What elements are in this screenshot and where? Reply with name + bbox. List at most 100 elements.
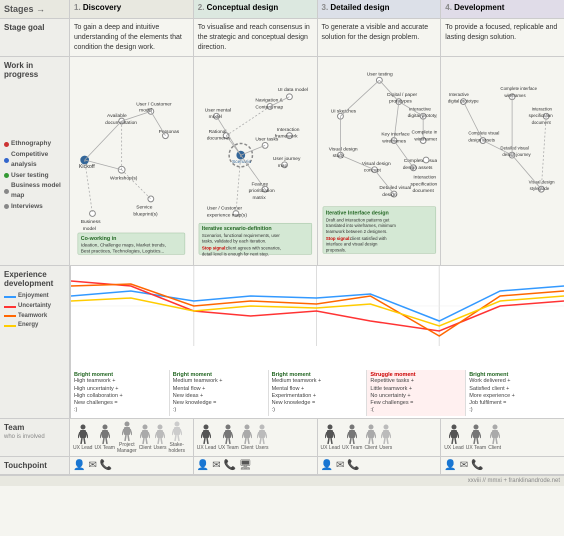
header-row: Stages → 1. Discovery 2. Conceptual desi… (0, 0, 564, 19)
dot-interviews (4, 204, 9, 209)
person-touch-icon-2: 👤 (197, 460, 209, 471)
svg-text:Business: Business (81, 220, 101, 226)
person-figure-svg (78, 424, 88, 444)
person-ux-team-3: UX Team (342, 424, 362, 451)
work-item-business: Business model map (4, 181, 65, 202)
footer: xxviii // mmxi + franklinandrode.net (0, 475, 564, 486)
svg-text:Scenario: Scenario (232, 159, 251, 165)
svg-text:teamwork between 2 designers.: teamwork between 2 designers. (325, 229, 387, 234)
svg-text:design: design (382, 192, 397, 198)
exp-legend: Enjoyment Uncertainty Teamwork Energy (4, 292, 65, 330)
svg-text:document: document (412, 188, 434, 194)
phone-touch-icon-2: 📞 (224, 460, 236, 471)
email-touch-icon-2: ✉ (212, 460, 220, 471)
person-client-1: Client (139, 424, 152, 451)
moment-3: Bright moment Medium teamwork + Mental f… (269, 370, 368, 416)
svg-text:User testing: User testing (366, 72, 392, 78)
network-diagram-3: User testing UI sketches Digital / paper… (321, 60, 438, 260)
person-users-1: Users (153, 424, 166, 451)
person-ux-team-1: UX Team (94, 424, 114, 451)
team-label: Team who is involved (0, 419, 70, 456)
svg-text:detail level is enough for nex: detail level is enough for next step. (202, 252, 269, 257)
svg-text:document: document (532, 120, 552, 125)
svg-text:model: model (208, 115, 221, 121)
work-row: Work inprogress Ethnography Competitive … (0, 57, 564, 266)
svg-text:Visual design: Visual design (328, 147, 357, 153)
goal-3: To generate a visible and accurate solut… (318, 19, 442, 56)
person-touch-icon-4: 👤 (444, 460, 456, 471)
team-row: Team who is involved UX Lead (0, 419, 564, 457)
svg-text:blueprint(s): blueprint(s) (133, 212, 158, 218)
team-cell-4: UX Lead UX Team (441, 419, 564, 456)
svg-text:digital prototype: digital prototype (448, 99, 479, 104)
experience-row: Experiencedevelopment Enjoyment Uncertai… (0, 266, 564, 419)
svg-text:Complete interface: Complete interface (501, 86, 538, 91)
work-item-ethnography: Ethnography (4, 139, 65, 149)
network-diagram-4: Interactive digital prototype Complete i… (444, 60, 561, 260)
moment-1: Bright moment High teamwork + High uncer… (71, 370, 170, 416)
svg-text:client satisfied with: client satisfied with (350, 236, 387, 241)
svg-text:Complete visual: Complete visual (469, 131, 500, 136)
svg-text:Interaction: Interaction (413, 175, 436, 181)
experience-label: Experiencedevelopment Enjoyment Uncertai… (0, 266, 70, 418)
touchpoint-cell-4: 👤 ✉ 📞 (441, 457, 564, 474)
svg-text:model: model (139, 108, 152, 114)
touchpoint-cell-1: 👤 ✉ 📞 (70, 457, 194, 474)
svg-text:prototypes: prototypes (389, 99, 412, 105)
legend-uncertainty: Uncertainty (4, 302, 65, 312)
touchpoint-cell-2: 👤 ✉ 📞 🖥 (194, 457, 318, 474)
svg-text:Digital / paper: Digital / paper (387, 92, 417, 98)
person-ux-lead-4: UX Lead (444, 424, 463, 451)
person-client-4: Client (488, 424, 501, 451)
svg-text:Navigation &: Navigation & (255, 98, 283, 104)
svg-text:documentation: documentation (105, 120, 137, 126)
svg-text:translated into wireframes, mi: translated into wireframes, minimum (325, 224, 395, 229)
dot-competitive (4, 158, 9, 163)
work-items: Ethnography Competitive analysis User te… (4, 79, 65, 212)
svg-text:wireframes: wireframes (505, 93, 527, 98)
work-cell-4: Interactive digital prototype Complete i… (441, 57, 564, 265)
svg-text:Iterative scenario-definition: Iterative scenario-definition (202, 226, 272, 232)
svg-text:Ideation, Challenge maps, Mark: Ideation, Challenge maps, Market trends, (81, 243, 166, 248)
enjoyment-line (4, 296, 16, 298)
person-ux-lead-1: UX Lead (73, 424, 92, 451)
svg-text:Detailed visual: Detailed visual (501, 146, 529, 151)
person-touch-icon-1: 👤 (73, 460, 85, 471)
svg-text:documents: documents (206, 136, 230, 142)
network-diagram-2: User mental model Navigation & Content m… (197, 60, 314, 260)
svg-text:User mental: User mental (205, 108, 231, 114)
work-cell-3: User testing UI sketches Digital / paper… (318, 57, 442, 265)
legend-enjoyment: Enjoyment (4, 292, 65, 302)
dot-ethnography (4, 142, 9, 147)
svg-text:Key interface: Key interface (381, 132, 410, 138)
svg-text:Rational: Rational (208, 129, 226, 135)
svg-text:model: model (83, 226, 96, 232)
person-users-3: Users (379, 424, 392, 451)
svg-text:wireframes: wireframes (414, 137, 437, 143)
stage-goal-label: Stage goal (0, 19, 70, 56)
moment-5: Bright moment Work delivered + Satisfied… (466, 370, 564, 416)
goal-2: To visualise and reach consensus in the … (194, 19, 318, 56)
svg-text:Scenarios, functional requirem: Scenarios, functional requirements, user (202, 233, 281, 238)
touchpoint-cell-3: 👤 ✉ 📞 (318, 457, 442, 474)
email-touch-icon-3: ✉ (336, 460, 344, 471)
svg-text:prioritization: prioritization (248, 188, 274, 194)
svg-text:Complete interface: Complete interface (411, 130, 437, 136)
svg-text:Available: Available (107, 114, 127, 120)
network-diagram-1: Kickoff Available documentation User / C… (73, 60, 190, 260)
svg-text:User / Customer: User / Customer (136, 102, 172, 108)
experience-chart-svg (71, 266, 564, 366)
svg-text:experience map(s): experience map(s) (206, 213, 247, 219)
svg-text:User journey: User journey (273, 156, 301, 162)
main-container: Stages → 1. Discovery 2. Conceptual desi… (0, 0, 564, 486)
svg-text:specification: specification (529, 114, 554, 119)
stage-1-header: 1. Discovery (70, 0, 194, 18)
stages-label: Stages → (0, 0, 70, 18)
svg-text:matrix: matrix (252, 195, 266, 201)
moment-4: Struggle moment Repetitive tasks + Littl… (367, 370, 466, 416)
svg-text:Stop signal:: Stop signal: (325, 236, 350, 241)
svg-text:Service: Service (136, 205, 153, 211)
svg-text:Interactive: Interactive (449, 92, 470, 97)
legend-energy: Energy (4, 321, 65, 331)
person-project-manager: ProjectManager (117, 421, 137, 454)
